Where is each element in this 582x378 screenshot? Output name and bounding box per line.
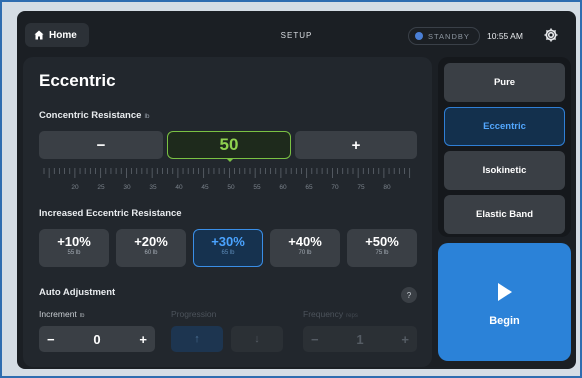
frequency-minus-button[interactable]: − — [311, 332, 319, 347]
mode-selector: Pure Eccentric Isokinetic Elastic Band — [438, 57, 571, 237]
eccentric-option-5[interactable]: +50% 75 lb — [347, 229, 417, 267]
ruler-tick-label: 75 — [357, 184, 365, 191]
ruler-tick-label: 50 — [227, 184, 235, 191]
mode-isokinetic[interactable]: Isokinetic — [444, 151, 565, 190]
device-screen: Home SETUP STANDBY 10:55 AM Eccentric Co… — [17, 11, 576, 369]
concentric-resistance-label: Concentric Resistance lb — [39, 110, 150, 121]
increment-label-text: Increment — [39, 309, 77, 319]
ruler-tick-label: 20 — [71, 184, 79, 191]
ruler-tick-label: 70 — [331, 184, 339, 191]
status-dot-icon — [415, 32, 423, 40]
increment-plus-button[interactable]: + — [139, 332, 147, 347]
frequency-plus-button[interactable]: + — [401, 332, 409, 347]
eccentric-option-weight: 70 lb — [298, 250, 312, 256]
progression-label: Progression — [171, 309, 217, 319]
eccentric-option-percent: +40% — [288, 234, 322, 249]
increase-resistance-button[interactable]: + — [295, 131, 417, 159]
ruler-tick-label: 35 — [149, 184, 157, 191]
progression-down-button[interactable]: ↓ — [231, 326, 283, 352]
resistance-value: 50 — [167, 131, 291, 159]
ruler-tick-label: 55 — [253, 184, 261, 191]
status-badge: STANDBY — [408, 27, 480, 45]
value-pointer-icon — [226, 158, 234, 162]
increment-value: 0 — [93, 331, 101, 347]
increment-label: Increment lb — [39, 309, 84, 319]
progression-up-button[interactable]: ↑ — [171, 326, 223, 352]
help-icon[interactable]: ? — [401, 287, 417, 303]
ruler-tick-label: 45 — [201, 184, 209, 191]
gear-icon[interactable] — [543, 27, 559, 43]
frequency-label-text: Frequency — [303, 309, 344, 319]
eccentric-option-weight: 60 lb — [144, 250, 158, 256]
eccentric-option-percent: +30% — [211, 234, 245, 249]
eccentric-resistance-label: Increased Eccentric Resistance — [39, 208, 182, 219]
increment-stepper: − 0 + — [39, 326, 155, 352]
play-icon — [498, 283, 512, 301]
increment-unit: lb — [79, 313, 85, 319]
begin-label: Begin — [489, 315, 520, 327]
eccentric-option-3[interactable]: +30% 65 lb — [193, 229, 263, 267]
ruler-tick-label: 25 — [97, 184, 105, 191]
clock: 10:55 AM — [487, 31, 523, 41]
eccentric-option-weight: 55 lb — [67, 250, 81, 256]
increment-minus-button[interactable]: − — [47, 332, 55, 347]
status-label: STANDBY — [428, 31, 470, 41]
concentric-unit: lb — [144, 113, 150, 120]
page-title: Eccentric — [39, 71, 116, 90]
mode-eccentric[interactable]: Eccentric — [444, 107, 565, 146]
eccentric-option-weight: 75 lb — [375, 250, 389, 256]
eccentric-option-percent: +10% — [57, 234, 91, 249]
auto-adjustment-label: Auto Adjustment — [39, 287, 116, 298]
begin-button[interactable]: Begin — [438, 243, 571, 361]
frequency-stepper: − 1 + — [303, 326, 417, 352]
mode-elastic-band[interactable]: Elastic Band — [444, 195, 565, 234]
decrease-resistance-button[interactable]: − — [39, 131, 163, 159]
concentric-label-text: Concentric Resistance — [39, 110, 142, 121]
ruler-tick-label: 30 — [123, 184, 131, 191]
eccentric-option-1[interactable]: +10% 55 lb — [39, 229, 109, 267]
ruler-tick-label: 40 — [175, 184, 183, 191]
eccentric-option-percent: +20% — [134, 234, 168, 249]
resistance-ruler[interactable]: 20 25 30 35 40 45 50 55 60 65 70 75 80 — [40, 164, 416, 194]
eccentric-option-4[interactable]: +40% 70 lb — [270, 229, 340, 267]
ruler-tick-label: 60 — [279, 184, 287, 191]
ruler-tick-label: 65 — [305, 184, 313, 191]
eccentric-option-weight: 65 lb — [221, 250, 235, 256]
frequency-label: Frequency reps — [303, 309, 358, 319]
settings-panel: Eccentric Concentric Resistance lb − 50 +… — [23, 57, 432, 367]
mode-pure[interactable]: Pure — [444, 63, 565, 102]
ruler-tick-label: 80 — [383, 184, 391, 191]
eccentric-option-2[interactable]: +20% 60 lb — [116, 229, 186, 267]
frequency-value: 1 — [356, 331, 364, 347]
frequency-unit: reps — [346, 313, 358, 319]
eccentric-option-percent: +50% — [365, 234, 399, 249]
